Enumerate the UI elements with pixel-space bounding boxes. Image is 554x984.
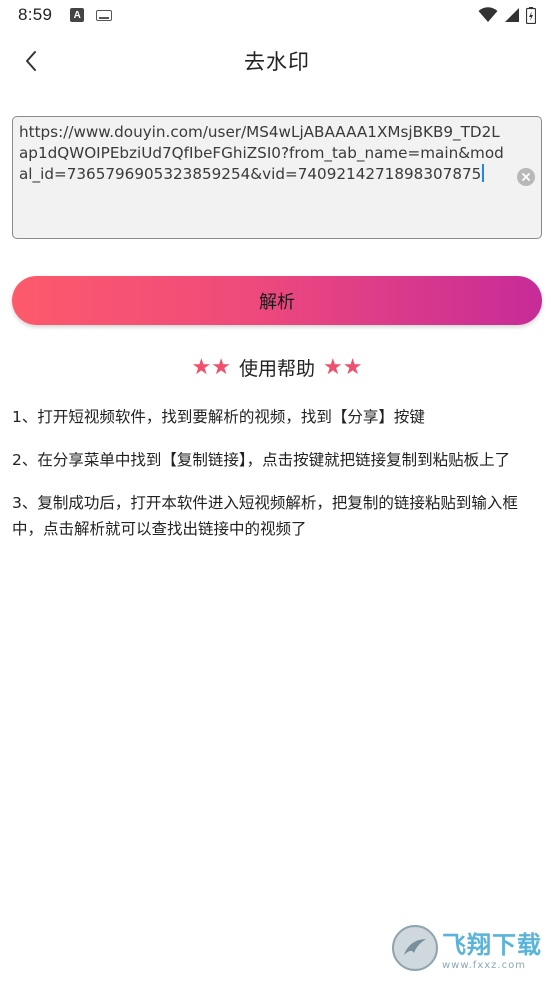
help-list: 1、打开短视频软件，找到要解析的视频，找到【分享】按键 2、在分享菜单中找到【复… [12, 404, 542, 559]
back-button[interactable] [14, 44, 48, 78]
wifi-icon [478, 7, 498, 22]
help-title: 使用帮助 [238, 357, 315, 380]
chevron-left-icon [26, 51, 36, 71]
signal-icon [505, 8, 519, 22]
keyboard-icon [96, 9, 113, 21]
app-header: 去水印 [0, 30, 554, 92]
help-step: 3、复制成功后，打开本软件进入短视频解析，把复制的链接粘贴到输入框中，点击解析就… [12, 494, 518, 538]
status-time: 8:59 [18, 5, 53, 24]
close-icon [522, 173, 530, 181]
parse-button[interactable]: 解析 [12, 276, 542, 325]
watermark-logo-icon [392, 925, 438, 971]
help-heading: ★★ 使用帮助 ★★ [0, 350, 554, 384]
help-step: 2、在分享菜单中找到【复制链接】，点击按键就把链接复制到粘贴板上了 [12, 451, 511, 469]
battery-icon [526, 6, 536, 24]
watermark-text: 飞翔下载 [442, 931, 542, 959]
status-icons [478, 6, 536, 24]
watermark-url: www.fxxz.com [442, 960, 526, 971]
url-input[interactable]: https://www.douyin.com/user/MS4wLjABAAAA… [12, 116, 542, 239]
site-watermark: 飞翔下载 www.fxxz.com [392, 924, 544, 972]
page-title: 去水印 [244, 50, 310, 74]
text-caret [482, 164, 485, 182]
help-step: 1、打开短视频软件，找到要解析的视频，找到【分享】按键 [12, 408, 425, 426]
star-icon: ★★ [323, 354, 363, 380]
url-input-value: https://www.douyin.com/user/MS4wLjABAAAA… [19, 123, 504, 183]
clear-input-button[interactable] [517, 168, 535, 186]
status-bar: 8:59 A [0, 0, 554, 30]
star-icon: ★★ [191, 354, 231, 380]
notification-a-icon: A [70, 8, 85, 22]
